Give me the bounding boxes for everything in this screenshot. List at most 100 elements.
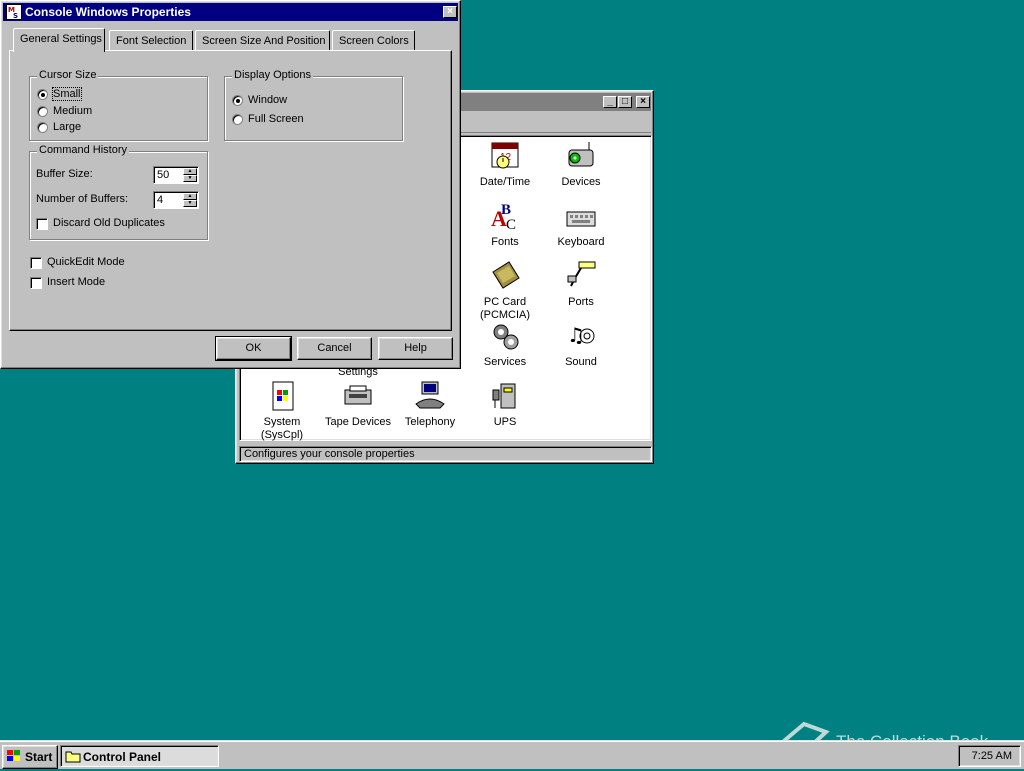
cp-item-label: Tape Devices (324, 416, 392, 428)
spin-up-icon[interactable]: ▲ (183, 168, 197, 175)
cp-item-label: Ports (568, 296, 594, 308)
tab-label: General Settings (20, 33, 102, 45)
spin-up-icon[interactable]: ▲ (183, 193, 197, 200)
tab-label: Screen Colors (339, 35, 409, 47)
svg-text:B: B (501, 202, 511, 218)
taskbar-item-label: Control Panel (83, 750, 162, 764)
cursor-medium-label[interactable]: Medium (53, 105, 92, 117)
cp-item-telephony[interactable]: Telephony (392, 380, 468, 429)
minimize-button[interactable]: _ (603, 96, 617, 108)
svg-text:C: C (506, 217, 516, 232)
cp-item-label: Devices (561, 176, 601, 188)
tab-font-selection[interactable]: Font Selection (109, 30, 193, 50)
cp-item-label: Date/Time (479, 176, 531, 188)
display-window-label[interactable]: Window (248, 94, 287, 106)
cp-item-system[interactable]: System (SysCpl) (244, 380, 320, 442)
keyboard-icon (565, 200, 597, 232)
num-buffers-spinner[interactable]: 4 ▲ ▼ (153, 191, 199, 209)
help-button[interactable]: Help (378, 337, 453, 360)
status-bar: Configures your console properties (239, 446, 652, 462)
cp-item-label: Services (483, 356, 527, 368)
cursor-large-radio[interactable] (37, 122, 48, 133)
quickedit-checkbox[interactable] (30, 257, 42, 269)
status-text: Configures your console properties (244, 448, 415, 460)
cp-item-label: Telephony (404, 416, 456, 428)
group-title: Command History (37, 144, 130, 156)
fonts-icon: ABC (489, 200, 521, 233)
sound-icon: ♫ (565, 320, 597, 352)
close-button[interactable]: × (636, 96, 650, 108)
close-button[interactable]: × (443, 6, 457, 18)
cp-item-pc-card[interactable]: PC Card (PCMCIA) (467, 260, 543, 322)
tab-screen-colors[interactable]: Screen Colors (332, 30, 415, 50)
taskbar: Start Control Panel 7:25 AM (0, 740, 1024, 769)
folder-icon (65, 751, 81, 763)
cp-item-date-time[interactable]: 12 Date/Time (467, 140, 543, 189)
num-buffers-label: Number of Buffers: (36, 193, 129, 205)
buffer-size-value[interactable]: 50 (157, 169, 169, 181)
start-label: Start (25, 750, 53, 764)
cp-item-ups[interactable]: UPS (467, 380, 543, 429)
dialog-title: Console Windows Properties (25, 5, 191, 19)
tab-label: Font Selection (116, 35, 187, 47)
cp-item-label: PC Card (PCMCIA) (479, 296, 531, 321)
display-fullscreen-label[interactable]: Full Screen (248, 113, 304, 125)
buffer-size-spinner[interactable]: 50 ▲ ▼ (153, 166, 199, 184)
console-properties-dialog[interactable]: MS Console Windows Properties × General … (0, 0, 461, 369)
cursor-large-label[interactable]: Large (53, 121, 81, 133)
cursor-size-group: Cursor Size Small Medium Large (29, 69, 208, 141)
system-tray: 7:25 AM (958, 745, 1021, 767)
cp-item-fonts[interactable]: ABC Fonts (467, 200, 543, 249)
tab-screen-size-and-position[interactable]: Screen Size And Position (195, 30, 330, 50)
svg-text:S: S (13, 12, 18, 19)
ok-button[interactable]: OK (215, 336, 292, 361)
cursor-small-radio[interactable] (37, 89, 48, 100)
system-icon (266, 380, 298, 412)
telephony-icon (414, 380, 446, 412)
dialog-titlebar[interactable]: MS Console Windows Properties × (3, 3, 458, 21)
cp-item-tape-devices[interactable]: Tape Devices (320, 380, 396, 429)
spin-down-icon[interactable]: ▼ (183, 175, 197, 182)
services-icon (489, 320, 521, 352)
insert-mode-checkbox[interactable] (30, 277, 42, 289)
cp-item-services[interactable]: Services (467, 320, 543, 369)
cp-item-label: System (SysCpl) (260, 416, 304, 441)
pc-card-icon (489, 260, 521, 292)
cursor-small-label[interactable]: Small (52, 87, 82, 101)
buffer-size-label: Buffer Size: (36, 168, 93, 180)
cp-item-label: UPS (493, 416, 517, 428)
group-title: Cursor Size (37, 69, 99, 81)
display-options-group: Display Options Window Full Screen (224, 69, 403, 141)
general-settings-panel: Cursor Size Small Medium Large Display O… (9, 50, 452, 331)
tape-devices-icon (342, 380, 374, 412)
insert-mode-label[interactable]: Insert Mode (47, 276, 105, 288)
cp-item-label: Keyboard (557, 236, 605, 248)
discard-duplicates-label[interactable]: Discard Old Duplicates (53, 217, 165, 229)
cp-item-ports[interactable]: Ports (543, 260, 619, 309)
discard-duplicates-checkbox[interactable] (36, 218, 48, 230)
display-window-radio[interactable] (232, 95, 243, 106)
tab-label: Screen Size And Position (202, 35, 326, 47)
taskbar-item-control-panel[interactable]: Control Panel (60, 745, 219, 767)
display-fullscreen-radio[interactable] (232, 114, 243, 125)
devices-icon (565, 140, 597, 172)
cp-item-keyboard[interactable]: Keyboard (543, 200, 619, 249)
cp-item-devices[interactable]: Devices (543, 140, 619, 189)
cp-item-label: Fonts (491, 236, 519, 248)
maximize-button[interactable]: □ (618, 96, 632, 108)
cp-item-sound[interactable]: ♫ Sound (543, 320, 619, 369)
date-time-icon: 12 (489, 140, 521, 172)
clock[interactable]: 7:25 AM (972, 750, 1012, 762)
quickedit-label[interactable]: QuickEdit Mode (47, 256, 125, 268)
start-button[interactable]: Start (2, 745, 58, 769)
cp-item-label: Sound (565, 356, 597, 368)
spin-down-icon[interactable]: ▼ (183, 200, 197, 207)
tab-general-settings[interactable]: General Settings (13, 28, 105, 52)
ports-icon (565, 260, 597, 292)
num-buffers-value[interactable]: 4 (157, 194, 163, 206)
windows-logo-icon (7, 750, 20, 761)
command-history-group: Command History Buffer Size: 50 ▲ ▼ Numbe… (29, 144, 208, 240)
console-app-icon[interactable]: MS (6, 4, 22, 20)
cursor-medium-radio[interactable] (37, 106, 48, 117)
cancel-button[interactable]: Cancel (297, 337, 372, 360)
